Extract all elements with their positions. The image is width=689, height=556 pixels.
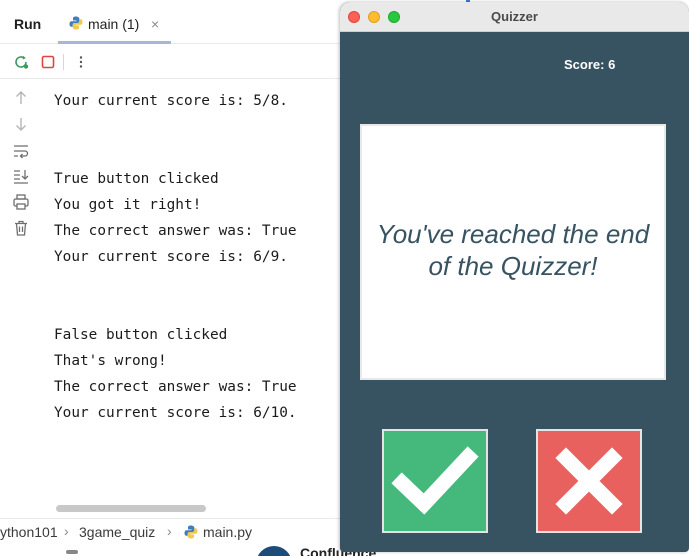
breadcrumb-separator: › (64, 523, 69, 539)
quizzer-window: Quizzer Score: 6 You've reached the end … (340, 2, 689, 552)
scroll-to-end-icon[interactable] (12, 167, 30, 185)
trash-icon[interactable] (12, 219, 30, 237)
more-options-icon[interactable] (73, 54, 89, 70)
tab-active-underline (58, 41, 171, 44)
true-button[interactable] (382, 429, 488, 533)
false-button[interactable] (536, 429, 642, 533)
tab-main-label: main (1) (88, 16, 140, 32)
console-line: Your current score is: 6/10. (54, 405, 297, 421)
run-panel-label: Run (14, 16, 42, 32)
breadcrumb-item-folder[interactable]: 3game_quiz (79, 524, 155, 540)
question-text: You've reached the end of the Quizzer! (376, 219, 650, 281)
run-toolbar (0, 45, 340, 79)
python-icon (69, 16, 83, 30)
dock-item-fragment (66, 550, 78, 554)
tab-close-icon[interactable]: × (151, 16, 159, 32)
window-titlebar[interactable]: Quizzer (340, 2, 689, 32)
score-label: Score: 6 (564, 57, 616, 72)
question-card: You've reached the end of the Quizzer! (360, 124, 666, 380)
breadcrumb-item-file[interactable]: main.py (203, 524, 252, 540)
tab-main[interactable]: main (1) × (58, 6, 171, 44)
console-line: False button clicked (54, 327, 228, 343)
console-line: The correct answer was: True (54, 223, 297, 239)
arrow-up-icon[interactable] (12, 89, 30, 107)
console-gutter (0, 80, 42, 500)
horizontal-scrollbar[interactable] (56, 505, 206, 512)
console-line: Your current score is: 6/9. (54, 249, 288, 265)
confluence-icon[interactable] (256, 546, 292, 556)
breadcrumb-item-project[interactable]: ython101 (0, 524, 58, 540)
window-title: Quizzer (491, 9, 538, 24)
rerun-icon[interactable] (13, 54, 29, 70)
check-icon (391, 446, 479, 515)
soft-wrap-icon[interactable] (12, 142, 30, 160)
stop-icon[interactable] (40, 54, 56, 70)
toolbar-divider (63, 54, 64, 70)
breadcrumb-separator: › (167, 523, 172, 539)
console-line: True button clicked (54, 171, 219, 187)
print-icon[interactable] (12, 193, 30, 211)
python-icon (184, 525, 198, 539)
breadcrumb: ython101 › 3game_quiz › main.py (0, 518, 340, 544)
cross-icon (555, 447, 623, 515)
console-line: Your current score is: 5/8. (54, 93, 288, 109)
run-header: Run main (1) × (0, 6, 340, 44)
console-line: You got it right! (54, 197, 202, 213)
arrow-down-icon[interactable] (12, 115, 30, 133)
console-output[interactable]: Your current score is: 5/8. True button c… (54, 88, 297, 426)
console-line: That's wrong! (54, 353, 167, 369)
console-line: The correct answer was: True (54, 379, 297, 395)
